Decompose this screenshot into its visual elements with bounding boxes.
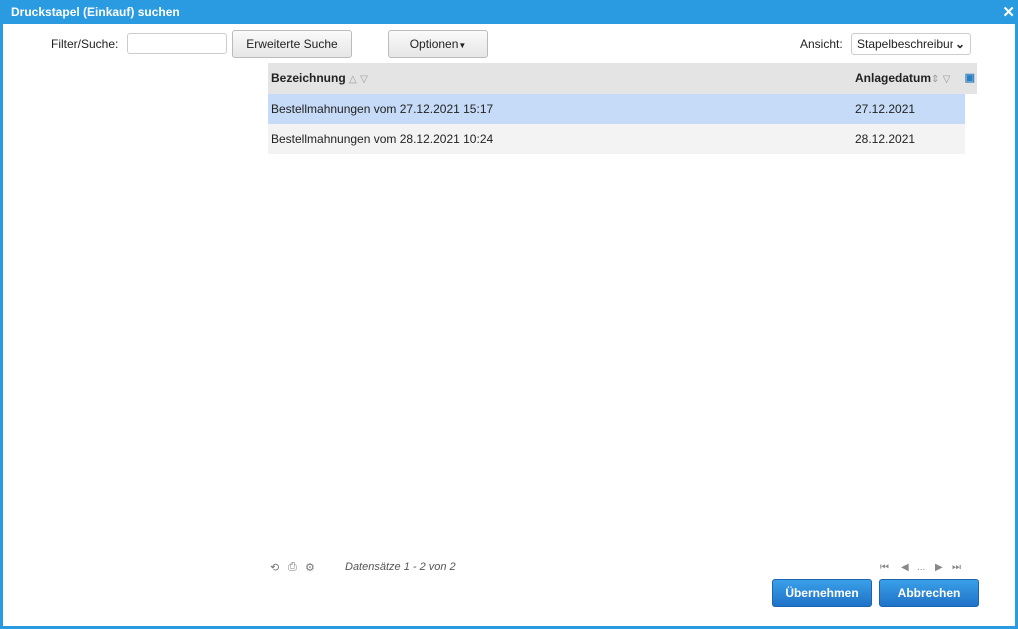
sort-icon[interactable]: ⇕ [931, 74, 939, 85]
prev-page-icon[interactable]: ◀ [901, 562, 909, 573]
caret-down-icon: ▼ [458, 41, 467, 50]
cell-bezeichnung: Bestellmahnungen vom 27.12.2021 15:17 [271, 102, 494, 116]
filter-icon[interactable]: ▽ [360, 74, 368, 85]
dialog-title: Druckstapel (Einkauf) suchen [11, 5, 180, 19]
cancel-button[interactable]: Abbrechen [879, 579, 979, 607]
export-icon[interactable]: ▣ [965, 63, 975, 94]
filter-search-input[interactable] [127, 33, 227, 54]
column-label: Bezeichnung [271, 71, 346, 85]
cell-anlagedatum: 27.12.2021 [855, 102, 916, 116]
cell-anlagedatum: 28.12.2021 [855, 132, 916, 146]
record-count: Datensätze 1 - 2 von 2 [345, 561, 456, 573]
results-table: Bezeichnung △ ▽ Anlagedatum⇕ ▽ ▣ Bestell… [268, 63, 977, 154]
table-row[interactable]: Bestellmahnungen vom 28.12.2021 10:24 28.… [268, 124, 965, 154]
next-page-icon[interactable]: ▶ [935, 562, 943, 573]
settings-icon[interactable]: ⚙ [305, 561, 315, 574]
dialog-title-bar: Druckstapel (Einkauf) suchen ✕ [3, 0, 1018, 24]
page-ellipsis: ... [917, 562, 926, 573]
options-label: Optionen [409, 37, 459, 51]
close-icon[interactable]: ✕ [1002, 0, 1015, 26]
chevron-down-icon: ⌄ [953, 34, 967, 54]
refresh-icon[interactable]: ⟲ [270, 561, 279, 574]
apply-button[interactable]: Übernehmen [772, 579, 872, 607]
sort-asc-icon[interactable]: △ [349, 74, 357, 85]
view-select-value: Stapelbeschreibung [857, 37, 964, 51]
column-header-anlagedatum[interactable]: Anlagedatum⇕ ▽ [855, 63, 950, 95]
cell-bezeichnung: Bestellmahnungen vom 28.12.2021 10:24 [271, 132, 494, 146]
first-page-icon[interactable]: ⏮ [880, 562, 889, 573]
column-label: Anlagedatum [855, 71, 932, 85]
last-page-icon[interactable]: ⏭ [952, 562, 961, 573]
dialog-window: Druckstapel (Einkauf) suchen ✕ Filter/Suc… [0, 0, 1018, 629]
table-row[interactable]: Bestellmahnungen vom 27.12.2021 15:17 27.… [268, 94, 965, 124]
options-button[interactable]: Optionen▼ [388, 30, 488, 58]
advanced-search-button[interactable]: Erweiterte Suche [232, 30, 352, 58]
table-header: Bezeichnung △ ▽ Anlagedatum⇕ ▽ ▣ [268, 63, 977, 94]
column-header-bezeichnung[interactable]: Bezeichnung △ ▽ [271, 63, 368, 95]
filter-icon[interactable]: ▽ [943, 74, 951, 85]
view-label: Ansicht: [800, 37, 843, 51]
print-icon[interactable]: ⎙ [288, 561, 297, 574]
filter-label: Filter/Suche: [51, 37, 119, 51]
view-select[interactable]: Stapelbeschreibung ⌄ [851, 33, 971, 55]
